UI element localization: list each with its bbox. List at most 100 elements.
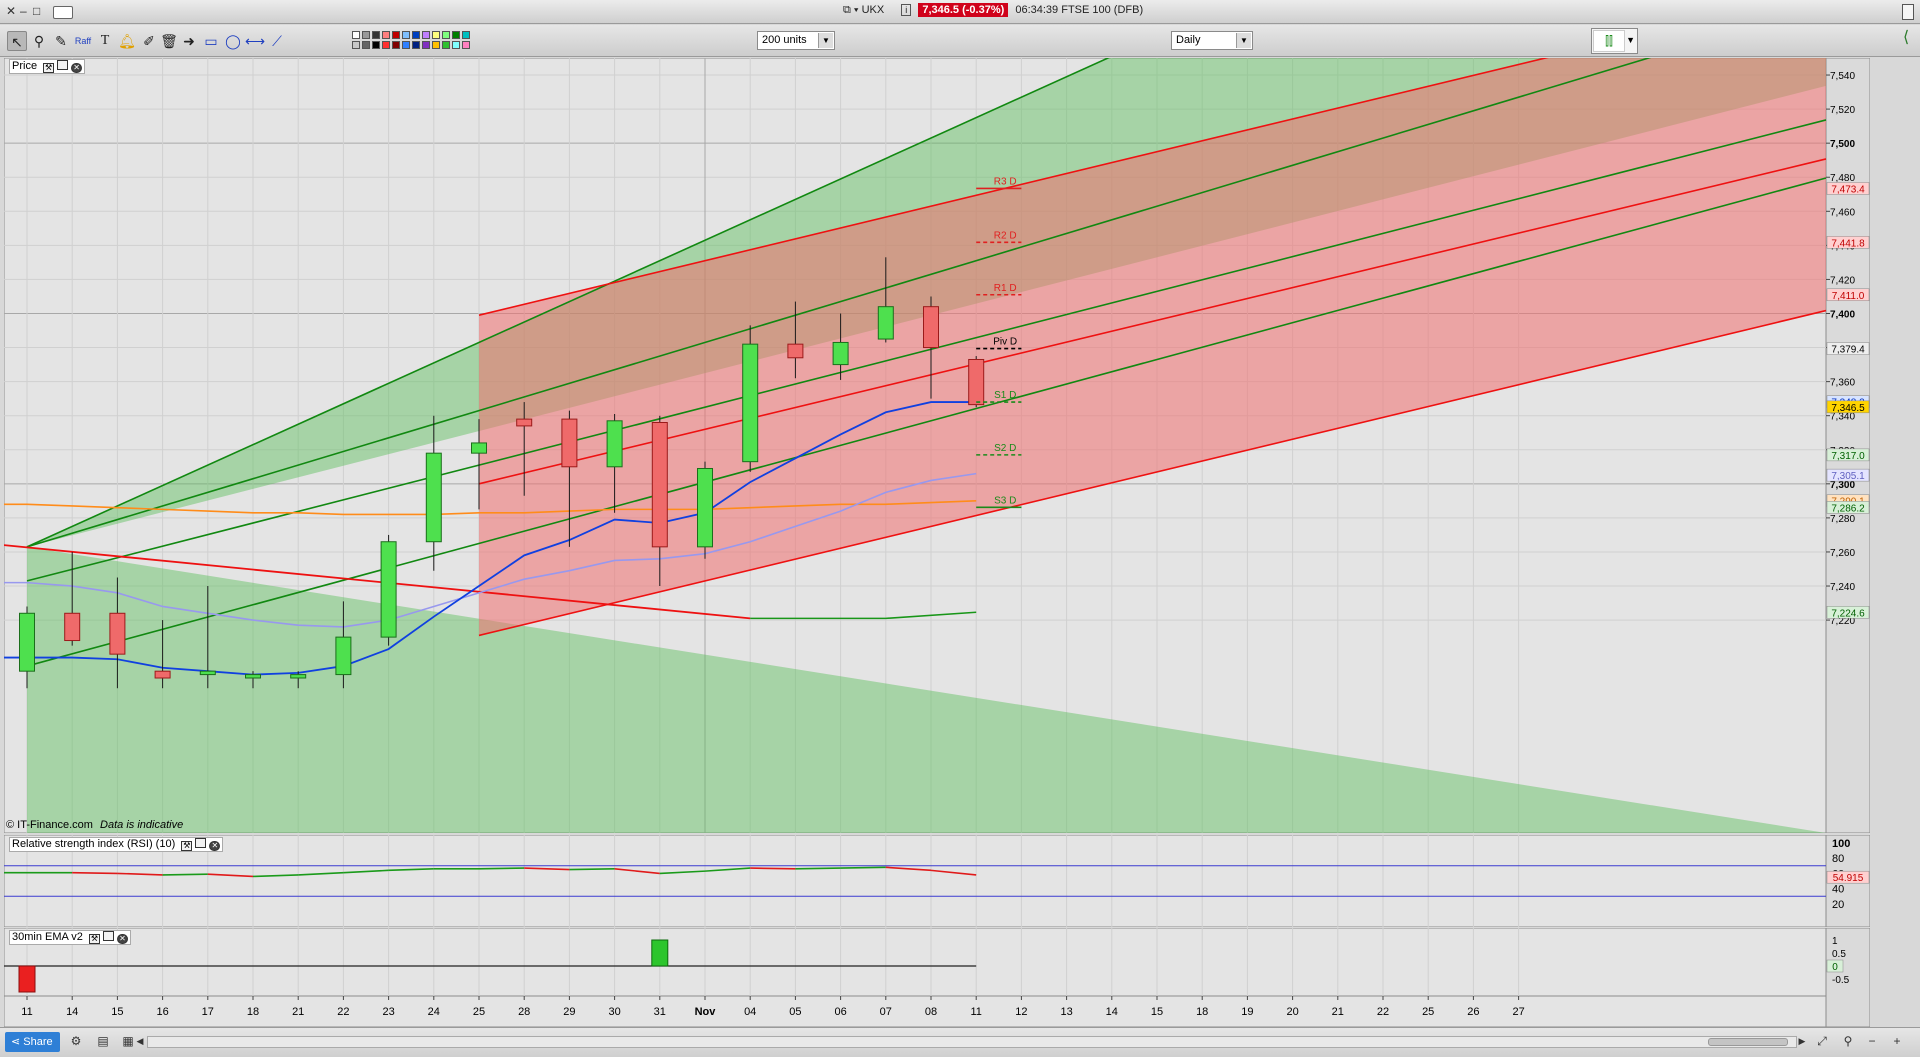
wrench-icon[interactable]: ⚒ <box>43 63 55 73</box>
trash-icon[interactable]: 🗑︎ <box>159 31 179 51</box>
close-panel-icon[interactable]: ✕ <box>116 934 128 944</box>
share-button[interactable]: ⋖ Share <box>5 1032 60 1052</box>
wrench-icon[interactable]: ⚒ <box>181 841 193 851</box>
rsi-chart[interactable]: 2040608010054.915 <box>4 835 1870 927</box>
zoom-in-icon[interactable]: + <box>1890 1034 1904 1048</box>
rsi-segment <box>750 867 796 870</box>
color-swatch[interactable] <box>442 41 450 49</box>
price-panel-header: Price ⚒ ✕ <box>9 59 86 74</box>
x-tick-label: 18 <box>1196 1006 1208 1018</box>
pointer-icon[interactable]: ↖ <box>7 31 27 51</box>
color-swatch[interactable] <box>442 31 450 39</box>
color-swatch[interactable] <box>362 31 370 39</box>
candle-body <box>64 612 81 642</box>
interval-select[interactable]: Daily ▼ <box>1171 31 1253 50</box>
panel-toggle-icon[interactable]: ⟨ <box>1903 27 1909 47</box>
color-swatch[interactable] <box>432 41 440 49</box>
color-swatch[interactable] <box>422 31 430 39</box>
scroll-right-icon[interactable]: ▶ <box>1795 1034 1809 1048</box>
candle-body <box>832 341 849 366</box>
chart-type-button[interactable]: ⫿⫿ ▼ <box>1591 28 1638 54</box>
pencil-icon[interactable]: ✐ <box>139 31 159 51</box>
zoom-out-icon[interactable]: − <box>1865 1034 1879 1048</box>
color-swatch[interactable] <box>372 41 380 49</box>
color-swatch[interactable] <box>392 41 400 49</box>
ellipse-icon[interactable]: ◯ <box>223 31 243 51</box>
rsi-tick-label: 80 <box>1832 853 1844 865</box>
candle-body <box>923 306 939 349</box>
scroll-left-icon[interactable]: ◀ <box>133 1034 147 1048</box>
color-swatch[interactable] <box>462 41 470 49</box>
alert-bell-icon[interactable]: 🔔︎ <box>117 31 137 51</box>
ticker-symbol: UKX <box>861 4 885 16</box>
ticker-bar: ⧉ ▾ UKX i 7,346.5 (-0.37%) 06:34:39 FTSE… <box>843 3 1144 17</box>
price-tag-label: 7,305.1 <box>1831 471 1865 482</box>
info-icon[interactable]: i <box>901 4 912 16</box>
zoom-icon[interactable]: ⚲ <box>29 31 49 51</box>
close-panel-icon[interactable]: ✕ <box>209 841 221 851</box>
color-swatch[interactable] <box>402 41 410 49</box>
x-tick-label: 15 <box>111 1006 123 1018</box>
horizontal-scrollbar[interactable] <box>147 1036 1797 1048</box>
price-tag-label: 7,346.5 <box>1831 403 1865 414</box>
ema-tick-label: 0.5 <box>1832 949 1846 960</box>
minimize-window-icon[interactable]: – <box>20 4 27 18</box>
text-icon[interactable]: T <box>95 31 115 51</box>
candle-body <box>471 442 487 454</box>
zoom-reset-icon[interactable]: ⚲ <box>1841 1034 1855 1048</box>
price-tag-label: 7,224.6 <box>1831 608 1865 619</box>
arrow-icon[interactable]: ➜ <box>179 31 199 51</box>
price-chart[interactable]: 7,2207,2407,2607,2807,3007,3207,3407,360… <box>4 58 1870 833</box>
color-swatch[interactable] <box>412 31 420 39</box>
window-resize-icon[interactable] <box>1902 4 1914 20</box>
scrollbar-thumb[interactable] <box>1708 1038 1788 1046</box>
units-select[interactable]: 200 units ▼ <box>757 31 835 50</box>
x-tick-label: 25 <box>473 1006 485 1018</box>
rectangle-icon[interactable]: ▭ <box>201 31 221 51</box>
ema-signal-chart[interactable]: 10.50-0.50111415161718212223242528293031… <box>4 928 1870 1027</box>
wrench-icon[interactable]: ⚒ <box>88 934 100 944</box>
color-swatch[interactable] <box>402 31 410 39</box>
color-swatch[interactable] <box>452 41 460 49</box>
x-tick-label: 17 <box>202 1006 214 1018</box>
fit-view-icon[interactable]: ⤢ <box>1815 1034 1829 1048</box>
trend-line-icon[interactable]: ⟋ <box>267 31 287 51</box>
color-swatch[interactable] <box>362 41 370 49</box>
color-swatch[interactable] <box>372 31 380 39</box>
draw-icon[interactable]: ✎ <box>51 31 71 51</box>
horizontal-line-icon[interactable]: ⟷ <box>245 31 265 51</box>
keyboard-icon[interactable] <box>53 6 73 19</box>
color-swatch[interactable] <box>382 41 390 49</box>
chevron-down-icon: ▼ <box>1626 35 1635 45</box>
ema-signal-bar <box>18 965 36 993</box>
x-tick-label: 26 <box>1467 1006 1479 1018</box>
color-swatch[interactable] <box>432 31 440 39</box>
maximize-panel-icon[interactable] <box>102 931 114 941</box>
close-panel-icon[interactable]: ✕ <box>71 63 83 73</box>
x-tick-label: 16 <box>156 1006 168 1018</box>
color-swatch[interactable] <box>352 41 360 49</box>
maximize-panel-icon[interactable] <box>57 60 69 70</box>
close-window-icon[interactable]: ✕ <box>6 4 16 18</box>
y-tick-label: 7,360 <box>1830 378 1855 389</box>
ema-current-label: 0 <box>1832 962 1838 973</box>
fib-icon[interactable]: Raff <box>73 31 93 51</box>
color-swatch[interactable] <box>382 31 390 39</box>
maximize-window-icon[interactable]: □ <box>33 4 40 18</box>
link-icon[interactable]: ⧉ ▾ <box>843 4 859 16</box>
maximize-panel-icon[interactable] <box>195 838 207 848</box>
color-swatch[interactable] <box>352 31 360 39</box>
x-tick-label: 18 <box>247 1006 259 1018</box>
layout-icon[interactable]: ▤ <box>96 1034 110 1048</box>
ticker-time-name: 06:34:39 FTSE 100 (DFB) <box>1015 4 1144 16</box>
color-swatch[interactable] <box>462 31 470 39</box>
candle-body <box>425 452 442 543</box>
color-swatch[interactable] <box>412 41 420 49</box>
pivot-label: R1 D <box>994 283 1017 294</box>
color-swatch[interactable] <box>452 31 460 39</box>
settings-icon[interactable]: ⚙ <box>69 1034 83 1048</box>
color-swatch[interactable] <box>392 31 400 39</box>
price-tag-label: 7,286.2 <box>1831 503 1865 514</box>
x-tick-label: 20 <box>1286 1006 1298 1018</box>
color-swatch[interactable] <box>422 41 430 49</box>
